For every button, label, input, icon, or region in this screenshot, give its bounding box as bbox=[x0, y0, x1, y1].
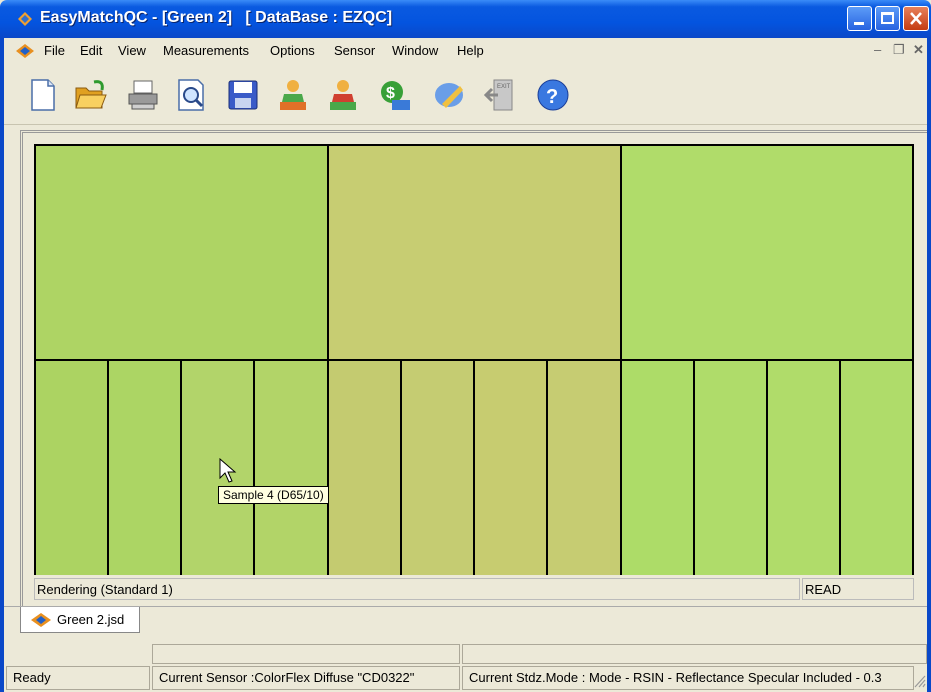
print-preview-icon[interactable] bbox=[174, 78, 208, 112]
sample-tile-10[interactable] bbox=[695, 361, 768, 575]
sample-tile-6[interactable] bbox=[402, 361, 475, 575]
status-blank-2 bbox=[462, 644, 927, 664]
close-icon bbox=[910, 12, 922, 25]
status-stdz-mode: Current Stdz.Mode : Mode - RSIN - Reflec… bbox=[462, 666, 914, 690]
sample-tile-7[interactable] bbox=[475, 361, 548, 575]
close-button[interactable] bbox=[903, 6, 929, 31]
sample-tile-12[interactable] bbox=[841, 361, 912, 575]
maximize-button[interactable] bbox=[875, 6, 900, 31]
mdi-minimize-icon[interactable]: – bbox=[874, 42, 881, 57]
standard-tile-3[interactable] bbox=[622, 146, 912, 361]
standard-tile-1[interactable] bbox=[36, 146, 329, 361]
status-ready: Ready bbox=[6, 666, 150, 690]
maximize-icon bbox=[881, 12, 894, 24]
render-status: Rendering (Standard 1) READ bbox=[34, 578, 914, 602]
standard-measure-icon[interactable] bbox=[276, 78, 310, 112]
sample-tile-4[interactable] bbox=[255, 361, 329, 575]
menu-edit[interactable]: Edit bbox=[80, 43, 102, 58]
save-icon[interactable] bbox=[226, 78, 260, 112]
document-tab-strip: Green 2.jsd bbox=[4, 606, 927, 641]
open-folder-icon[interactable] bbox=[74, 78, 108, 112]
menu-bar: File Edit View Measurements Options Sens… bbox=[4, 38, 927, 64]
menu-sensor[interactable]: Sensor bbox=[334, 43, 375, 58]
help-icon[interactable]: ? bbox=[536, 78, 570, 112]
render-status-text: Rendering (Standard 1) bbox=[34, 578, 800, 600]
tab-label: Green 2.jsd bbox=[57, 612, 125, 627]
sample-tile-5[interactable] bbox=[329, 361, 402, 575]
menu-help[interactable]: Help bbox=[457, 43, 484, 58]
mouse-pointer-icon bbox=[219, 458, 237, 483]
status-bar: Ready Current Sensor :ColorFlex Diffuse … bbox=[4, 644, 927, 692]
database-icon[interactable] bbox=[432, 78, 466, 112]
window-border-right bbox=[927, 38, 931, 692]
mdi-restore-icon[interactable]: ❐ bbox=[893, 42, 905, 58]
window-title: EasyMatchQC - [Green 2] [ DataBase : EZQ… bbox=[40, 9, 393, 26]
minimize-button[interactable] bbox=[847, 6, 872, 31]
window-border-left bbox=[0, 38, 4, 692]
sample-tile-2[interactable] bbox=[109, 361, 182, 575]
title-bar: EasyMatchQC - [Green 2] [ DataBase : EZQ… bbox=[0, 0, 931, 38]
svg-text:$: $ bbox=[386, 85, 395, 102]
minimize-icon bbox=[854, 22, 864, 25]
color-grid bbox=[34, 144, 914, 575]
status-current-sensor: Current Sensor :ColorFlex Diffuse "CD032… bbox=[152, 666, 460, 690]
menu-file[interactable]: File bbox=[44, 43, 65, 58]
sample-tile-8[interactable] bbox=[548, 361, 622, 575]
document-icon bbox=[31, 613, 51, 627]
sensor-standardize-icon[interactable]: $ bbox=[378, 78, 412, 112]
sample-measure-icon[interactable] bbox=[326, 78, 360, 112]
standard-tile-2[interactable] bbox=[329, 146, 622, 361]
new-file-icon[interactable] bbox=[26, 78, 60, 112]
svg-text:EXIT: EXIT bbox=[497, 84, 511, 90]
menu-options[interactable]: Options bbox=[270, 43, 315, 58]
exit-icon[interactable]: EXIT bbox=[484, 78, 518, 112]
svg-text:?: ? bbox=[546, 86, 558, 108]
menu-measurements[interactable]: Measurements bbox=[163, 43, 249, 58]
menu-view[interactable]: View bbox=[118, 43, 146, 58]
sample-tile-1[interactable] bbox=[36, 361, 109, 575]
mdi-close-icon[interactable]: ✕ bbox=[913, 42, 924, 58]
toolbar: $ EXIT ? bbox=[4, 64, 927, 125]
read-indicator: READ bbox=[802, 578, 914, 600]
status-blank-1 bbox=[152, 644, 460, 664]
sample-tooltip: Sample 4 (D65/10) bbox=[218, 486, 329, 504]
menu-window[interactable]: Window bbox=[392, 43, 438, 58]
sample-tile-9[interactable] bbox=[622, 361, 695, 575]
resize-grip-icon[interactable] bbox=[914, 674, 926, 688]
document-system-icon[interactable] bbox=[16, 44, 34, 58]
app-logo-icon bbox=[18, 12, 32, 26]
tab-green-2[interactable]: Green 2.jsd bbox=[20, 607, 140, 633]
print-icon[interactable] bbox=[126, 78, 160, 112]
sample-tile-11[interactable] bbox=[768, 361, 841, 575]
